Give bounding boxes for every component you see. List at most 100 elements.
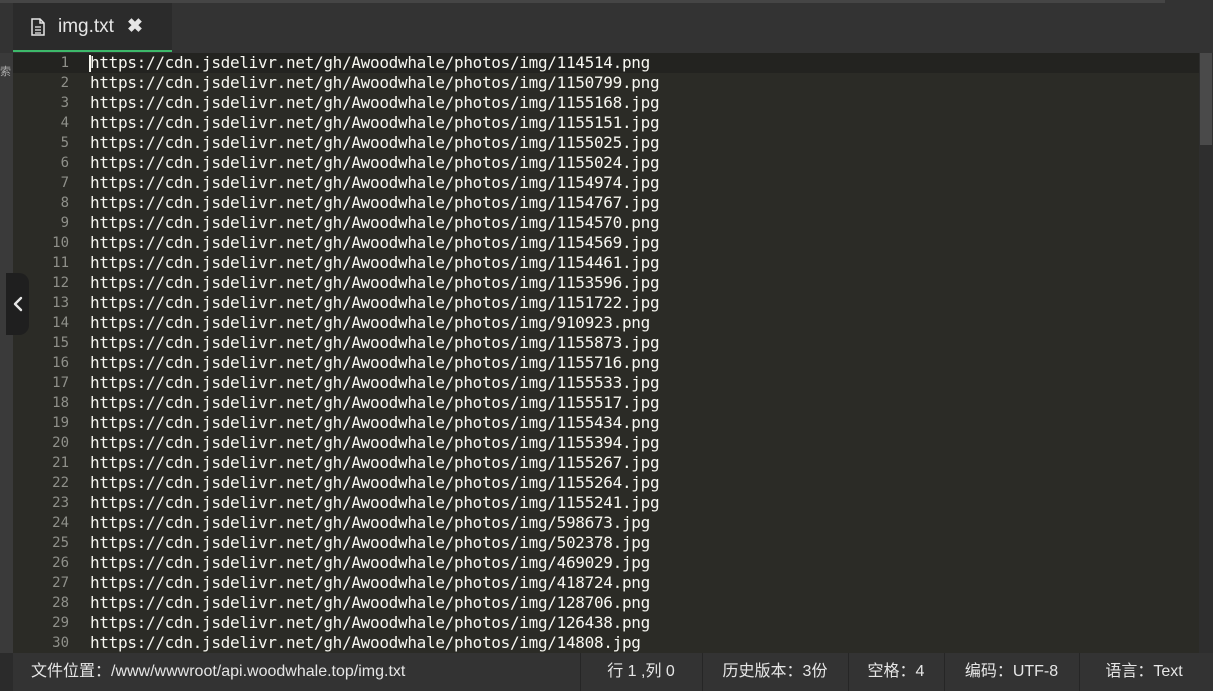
encoding-button[interactable]: 编码：UTF-8 bbox=[944, 653, 1079, 691]
line-text: https://cdn.jsdelivr.net/gh/Awoodwhale/p… bbox=[90, 233, 660, 252]
code-line[interactable]: 10 https://cdn.jsdelivr.net/gh/Awoodwhale… bbox=[13, 233, 1199, 253]
line-number: 30 bbox=[52, 635, 69, 651]
code-line[interactable]: 19 https://cdn.jsdelivr.net/gh/Awoodwhale… bbox=[13, 413, 1199, 433]
line-number: 2 bbox=[60, 75, 69, 91]
file-icon bbox=[31, 17, 45, 36]
line-number: 29 bbox=[52, 615, 69, 631]
line-number: 25 bbox=[52, 535, 69, 551]
code-line[interactable]: 13 https://cdn.jsdelivr.net/gh/Awoodwhale… bbox=[13, 293, 1199, 313]
code-line[interactable]: 7 https://cdn.jsdelivr.net/gh/Awoodwhale/… bbox=[13, 173, 1199, 193]
code-line[interactable]: 14 https://cdn.jsdelivr.net/gh/Awoodwhale… bbox=[13, 313, 1199, 333]
line-number: 17 bbox=[52, 375, 69, 391]
code-line[interactable]: 27 https://cdn.jsdelivr.net/gh/Awoodwhale… bbox=[13, 573, 1199, 593]
code-line[interactable]: 23 https://cdn.jsdelivr.net/gh/Awoodwhale… bbox=[13, 493, 1199, 513]
indent-setting-button[interactable]: 空格：4 bbox=[848, 653, 944, 691]
line-text: https://cdn.jsdelivr.net/gh/Awoodwhale/p… bbox=[90, 513, 650, 532]
code-line[interactable]: 22 https://cdn.jsdelivr.net/gh/Awoodwhale… bbox=[13, 473, 1199, 493]
code-line[interactable]: 6 https://cdn.jsdelivr.net/gh/Awoodwhale/… bbox=[13, 153, 1199, 173]
code-line[interactable]: 28 https://cdn.jsdelivr.net/gh/Awoodwhale… bbox=[13, 593, 1199, 613]
code-line[interactable]: 2 https://cdn.jsdelivr.net/gh/Awoodwhale/… bbox=[13, 73, 1199, 93]
code-line[interactable]: 29 https://cdn.jsdelivr.net/gh/Awoodwhale… bbox=[13, 613, 1199, 633]
line-text: https://cdn.jsdelivr.net/gh/Awoodwhale/p… bbox=[90, 293, 660, 312]
code-line[interactable]: 1 https://cdn.jsdelivr.net/gh/Awoodwhale/… bbox=[13, 53, 1199, 73]
line-text: https://cdn.jsdelivr.net/gh/Awoodwhale/p… bbox=[90, 153, 660, 172]
line-number: 15 bbox=[52, 335, 69, 351]
line-number: 20 bbox=[52, 435, 69, 451]
line-number: 18 bbox=[52, 395, 69, 411]
file-path-label: 文件位置：/www/wwwroot/api.woodwhale.top/img.… bbox=[31, 663, 406, 680]
line-text: https://cdn.jsdelivr.net/gh/Awoodwhale/p… bbox=[90, 273, 660, 292]
line-text: https://cdn.jsdelivr.net/gh/Awoodwhale/p… bbox=[90, 473, 660, 492]
vertical-scrollbar[interactable] bbox=[1199, 53, 1213, 653]
text-cursor bbox=[89, 55, 91, 72]
line-text: https://cdn.jsdelivr.net/gh/Awoodwhale/p… bbox=[90, 253, 660, 272]
tab-title: img.txt bbox=[58, 15, 114, 37]
line-number: 19 bbox=[52, 415, 69, 431]
line-number: 11 bbox=[52, 255, 69, 271]
line-text: https://cdn.jsdelivr.net/gh/Awoodwhale/p… bbox=[90, 213, 660, 232]
chevron-left-icon bbox=[13, 296, 22, 312]
line-number: 26 bbox=[52, 555, 69, 571]
tab-bar-top-border bbox=[0, 0, 1165, 3]
code-line[interactable]: 11 https://cdn.jsdelivr.net/gh/Awoodwhale… bbox=[13, 253, 1199, 273]
code-line[interactable]: 30 https://cdn.jsdelivr.net/gh/Awoodwhale… bbox=[13, 633, 1199, 653]
line-number: 23 bbox=[52, 495, 69, 511]
code-line[interactable]: 25 https://cdn.jsdelivr.net/gh/Awoodwhale… bbox=[13, 533, 1199, 553]
code-line[interactable]: 18 https://cdn.jsdelivr.net/gh/Awoodwhale… bbox=[13, 393, 1199, 413]
line-number: 28 bbox=[52, 595, 69, 611]
line-text: https://cdn.jsdelivr.net/gh/Awoodwhale/p… bbox=[90, 633, 641, 652]
line-text: https://cdn.jsdelivr.net/gh/Awoodwhale/p… bbox=[90, 593, 650, 612]
line-text: https://cdn.jsdelivr.net/gh/Awoodwhale/p… bbox=[90, 53, 650, 72]
line-number: 1 bbox=[60, 55, 69, 71]
line-number: 5 bbox=[60, 135, 69, 151]
code-line[interactable]: 17 https://cdn.jsdelivr.net/gh/Awoodwhale… bbox=[13, 373, 1199, 393]
line-number: 10 bbox=[52, 235, 69, 251]
side-panel-partial-text: 索 bbox=[0, 66, 11, 78]
line-number: 4 bbox=[60, 115, 69, 131]
line-text: https://cdn.jsdelivr.net/gh/Awoodwhale/p… bbox=[90, 173, 660, 192]
code-line[interactable]: 12 https://cdn.jsdelivr.net/gh/Awoodwhale… bbox=[13, 273, 1199, 293]
scrollbar-thumb[interactable] bbox=[1200, 53, 1212, 145]
line-text: https://cdn.jsdelivr.net/gh/Awoodwhale/p… bbox=[90, 453, 660, 472]
line-text: https://cdn.jsdelivr.net/gh/Awoodwhale/p… bbox=[90, 553, 650, 572]
code-line[interactable]: 26 https://cdn.jsdelivr.net/gh/Awoodwhale… bbox=[13, 553, 1199, 573]
line-number: 6 bbox=[60, 155, 69, 171]
line-text: https://cdn.jsdelivr.net/gh/Awoodwhale/p… bbox=[90, 133, 660, 152]
code-line[interactable]: 5 https://cdn.jsdelivr.net/gh/Awoodwhale/… bbox=[13, 133, 1199, 153]
line-text: https://cdn.jsdelivr.net/gh/Awoodwhale/p… bbox=[90, 113, 660, 132]
line-number: 8 bbox=[60, 195, 69, 211]
code-line[interactable]: 8 https://cdn.jsdelivr.net/gh/Awoodwhale/… bbox=[13, 193, 1199, 213]
line-number: 16 bbox=[52, 355, 69, 371]
line-text: https://cdn.jsdelivr.net/gh/Awoodwhale/p… bbox=[90, 93, 660, 112]
tab-bar: img.txt ✖ bbox=[0, 0, 1213, 53]
code-line[interactable]: 9 https://cdn.jsdelivr.net/gh/Awoodwhale/… bbox=[13, 213, 1199, 233]
collapse-panel-button[interactable] bbox=[6, 273, 29, 335]
line-number: 9 bbox=[60, 215, 69, 231]
line-number: 22 bbox=[52, 475, 69, 491]
line-number: 3 bbox=[60, 95, 69, 111]
code-line[interactable]: 20 https://cdn.jsdelivr.net/gh/Awoodwhale… bbox=[13, 433, 1199, 453]
line-text: https://cdn.jsdelivr.net/gh/Awoodwhale/p… bbox=[90, 433, 660, 452]
cursor-position[interactable]: 行 1 ,列 0 bbox=[580, 653, 702, 691]
language-mode-button[interactable]: 语言：Text bbox=[1079, 653, 1209, 691]
line-text: https://cdn.jsdelivr.net/gh/Awoodwhale/p… bbox=[90, 573, 650, 592]
code-line[interactable]: 21 https://cdn.jsdelivr.net/gh/Awoodwhale… bbox=[13, 453, 1199, 473]
line-number: 21 bbox=[52, 455, 69, 471]
line-number: 27 bbox=[52, 575, 69, 591]
line-text: https://cdn.jsdelivr.net/gh/Awoodwhale/p… bbox=[90, 533, 650, 552]
line-text: https://cdn.jsdelivr.net/gh/Awoodwhale/p… bbox=[90, 73, 660, 92]
left-side-panel-edge: 索 bbox=[0, 53, 13, 653]
history-versions-button[interactable]: 历史版本：3份 bbox=[702, 653, 848, 691]
code-line[interactable]: 24 https://cdn.jsdelivr.net/gh/Awoodwhale… bbox=[13, 513, 1199, 533]
line-text: https://cdn.jsdelivr.net/gh/Awoodwhale/p… bbox=[90, 413, 660, 432]
line-text: https://cdn.jsdelivr.net/gh/Awoodwhale/p… bbox=[90, 313, 650, 332]
close-icon[interactable]: ✖ bbox=[127, 15, 143, 38]
tab-img-txt[interactable]: img.txt ✖ bbox=[13, 3, 172, 52]
code-line[interactable]: 15 https://cdn.jsdelivr.net/gh/Awoodwhale… bbox=[13, 333, 1199, 353]
code-editor[interactable]: 1 https://cdn.jsdelivr.net/gh/Awoodwhale/… bbox=[13, 53, 1199, 653]
code-line[interactable]: 3 https://cdn.jsdelivr.net/gh/Awoodwhale/… bbox=[13, 93, 1199, 113]
code-line[interactable]: 16 https://cdn.jsdelivr.net/gh/Awoodwhale… bbox=[13, 353, 1199, 373]
code-line[interactable]: 4 https://cdn.jsdelivr.net/gh/Awoodwhale/… bbox=[13, 113, 1199, 133]
status-bar: 文件位置：/www/wwwroot/api.woodwhale.top/img.… bbox=[13, 653, 1213, 691]
line-text: https://cdn.jsdelivr.net/gh/Awoodwhale/p… bbox=[90, 493, 660, 512]
